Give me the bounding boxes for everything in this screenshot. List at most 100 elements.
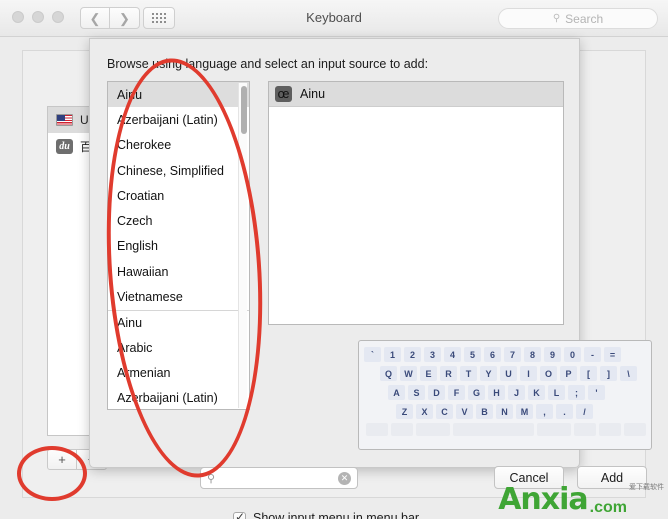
- keyboard-key: J: [508, 385, 525, 400]
- keyboard-row-1: ` 1 2 3 4 5 6 7 8 9 0- =: [364, 347, 646, 362]
- keyboard-key: K: [528, 385, 545, 400]
- keyboard-key: S: [408, 385, 425, 400]
- keyboard-key: I: [520, 366, 537, 381]
- keyboard-key: ,: [536, 404, 553, 419]
- baidu-du-icon: du: [56, 138, 73, 154]
- language-item[interactable]: Arabic: [108, 335, 249, 360]
- keyboard-row-4: Z X C V B N M,. /: [364, 404, 646, 419]
- keyboard-key: D: [428, 385, 445, 400]
- keyboard-key: W: [400, 366, 417, 381]
- keyboard-row-2: Q W E R T Y U I O P[] \: [364, 366, 646, 381]
- keyboard-key: [: [580, 366, 597, 381]
- language-label: Cherokee: [117, 138, 172, 153]
- keyboard-key: P: [560, 366, 577, 381]
- keyboard-key: E: [420, 366, 437, 381]
- keyboard-key: 0: [564, 347, 581, 362]
- input-source-result-panel[interactable]: œ Ainu: [268, 81, 564, 325]
- keyboard-key: F: [448, 385, 465, 400]
- language-item[interactable]: Ainu: [108, 82, 249, 108]
- keyboard-key: Y: [480, 366, 497, 381]
- keyboard-key: 5: [464, 347, 481, 362]
- language-item[interactable]: Cherokee: [108, 133, 249, 158]
- modifier-key: [391, 423, 413, 436]
- scrollbar-thumb[interactable]: [240, 86, 247, 134]
- watermark-suffix: .com: [589, 499, 627, 516]
- keyboard-key: 8: [524, 347, 541, 362]
- language-list[interactable]: Ainu Azerbaijani (Latin) Cherokee Chines…: [107, 81, 250, 410]
- keyboard-key: \: [620, 366, 637, 381]
- language-label: Azerbaijani (Latin): [117, 391, 218, 406]
- language-label: Chinese, Simplified: [117, 163, 224, 178]
- keyboard-key: R: [440, 366, 457, 381]
- language-item[interactable]: Hawaiian: [108, 259, 249, 284]
- keyboard-key: 3: [424, 347, 441, 362]
- keyboard-key: 4: [444, 347, 461, 362]
- language-item[interactable]: English: [108, 234, 249, 259]
- keyboard-key: N: [496, 404, 513, 419]
- language-label: English: [117, 239, 158, 254]
- keyboard-key: Z: [396, 404, 413, 419]
- language-item[interactable]: Vietnamese: [108, 284, 249, 309]
- keyboard-row-5: [364, 423, 646, 436]
- watermark-cn: 爱下载软件: [629, 484, 664, 491]
- keyboard-key: Q: [380, 366, 397, 381]
- window-titlebar: ❮ ❯ Keyboard ⚲ Search: [0, 0, 668, 37]
- language-item[interactable]: Ainu: [108, 309, 249, 335]
- watermark: Anxia .com 爱下载软件: [498, 482, 664, 517]
- space-key: [452, 423, 535, 436]
- keyboard-key: 9: [544, 347, 561, 362]
- language-search-field[interactable]: ⚲ ✕: [200, 467, 358, 489]
- checkbox-box[interactable]: [233, 510, 246, 519]
- keyboard-key: ;: [568, 385, 585, 400]
- toolbar-search-field[interactable]: ⚲ Search: [498, 8, 658, 29]
- search-icon: ⚲: [207, 472, 216, 485]
- keyboard-key: 6: [484, 347, 501, 362]
- add-input-source-button[interactable]: +: [47, 449, 77, 470]
- language-item[interactable]: Azerbaijani (Latin): [108, 386, 249, 409]
- language-label: Arabic: [117, 340, 153, 355]
- keyboard-key: ]: [600, 366, 617, 381]
- language-item[interactable]: Croatian: [108, 183, 249, 208]
- watermark-name: Anxia: [498, 482, 588, 517]
- language-list-scrollbar[interactable]: [238, 83, 247, 408]
- language-label: Ainu: [117, 315, 143, 330]
- keyboard-key: 2: [404, 347, 421, 362]
- language-label: Armenian: [117, 365, 171, 380]
- modifier-key: [623, 423, 646, 436]
- keyboard-key: `: [364, 347, 381, 362]
- modifier-key: [416, 423, 450, 436]
- language-item[interactable]: Czech: [108, 208, 249, 233]
- checkbox-show-input-menu[interactable]: Show input menu in menu bar: [233, 510, 419, 519]
- keyboard-key: X: [416, 404, 433, 419]
- language-item[interactable]: Chinese, Simplified: [108, 158, 249, 183]
- clear-icon[interactable]: ✕: [338, 471, 351, 485]
- keyboard-key: V: [456, 404, 473, 419]
- keyboard-key: .: [556, 404, 573, 419]
- language-label: Vietnamese: [117, 290, 183, 305]
- modifier-key: [537, 423, 571, 436]
- keyboard-key: -: [584, 347, 601, 362]
- language-label: Croatian: [117, 188, 165, 203]
- modifier-key: [366, 423, 388, 436]
- keyboard-key: G: [468, 385, 485, 400]
- sheet-heading: Browse using language and select an inpu…: [107, 57, 429, 71]
- screen: ❮ ❯ Keyboard ⚲ Search U.S. du 百度: [0, 0, 668, 519]
- language-label: Czech: [117, 214, 153, 229]
- input-source-result-label: Ainu: [300, 87, 326, 101]
- keyboard-key: 7: [504, 347, 521, 362]
- input-source-result-row[interactable]: œ Ainu: [269, 82, 563, 107]
- search-placeholder: Search: [565, 11, 604, 26]
- keyboard-key: T: [460, 366, 477, 381]
- modifier-key: [598, 423, 621, 436]
- keyboard-key: M: [516, 404, 533, 419]
- language-item[interactable]: Azerbaijani (Latin): [108, 107, 249, 132]
- language-item[interactable]: Armenian: [108, 360, 249, 385]
- modifier-key: [573, 423, 596, 436]
- keyboard-key: H: [488, 385, 505, 400]
- keyboard-key: B: [476, 404, 493, 419]
- keyboard-key: C: [436, 404, 453, 419]
- keyboard-key: A: [388, 385, 405, 400]
- keyboard-key: U: [500, 366, 517, 381]
- keyboard-layout-preview: ` 1 2 3 4 5 6 7 8 9 0- = Q W E R T Y U I O P[] \ A S D F G H J K L; ' …: [358, 340, 652, 450]
- keyboard-key: =: [604, 347, 621, 362]
